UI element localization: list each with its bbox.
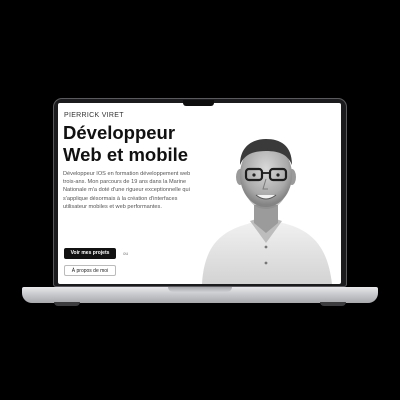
camera-notch	[183, 100, 214, 106]
laptop-mockup: PIERRICK VIRET Développeur Web et mobile…	[0, 0, 400, 400]
or-separator: ou	[123, 251, 129, 256]
view-projects-button[interactable]: Voir mes projets	[64, 248, 116, 259]
laptop-foot-left	[54, 302, 80, 306]
portrait-photo	[202, 139, 332, 284]
laptop-opening-notch	[168, 287, 232, 292]
site-owner-name: PIERRICK VIRET	[64, 112, 124, 119]
website-screen: PIERRICK VIRET Développeur Web et mobile…	[58, 103, 341, 284]
laptop-foot-right	[320, 302, 346, 306]
about-me-button[interactable]: À propos de moi	[64, 265, 116, 276]
hero-description: Développeur IOS en formation développeme…	[63, 171, 191, 210]
